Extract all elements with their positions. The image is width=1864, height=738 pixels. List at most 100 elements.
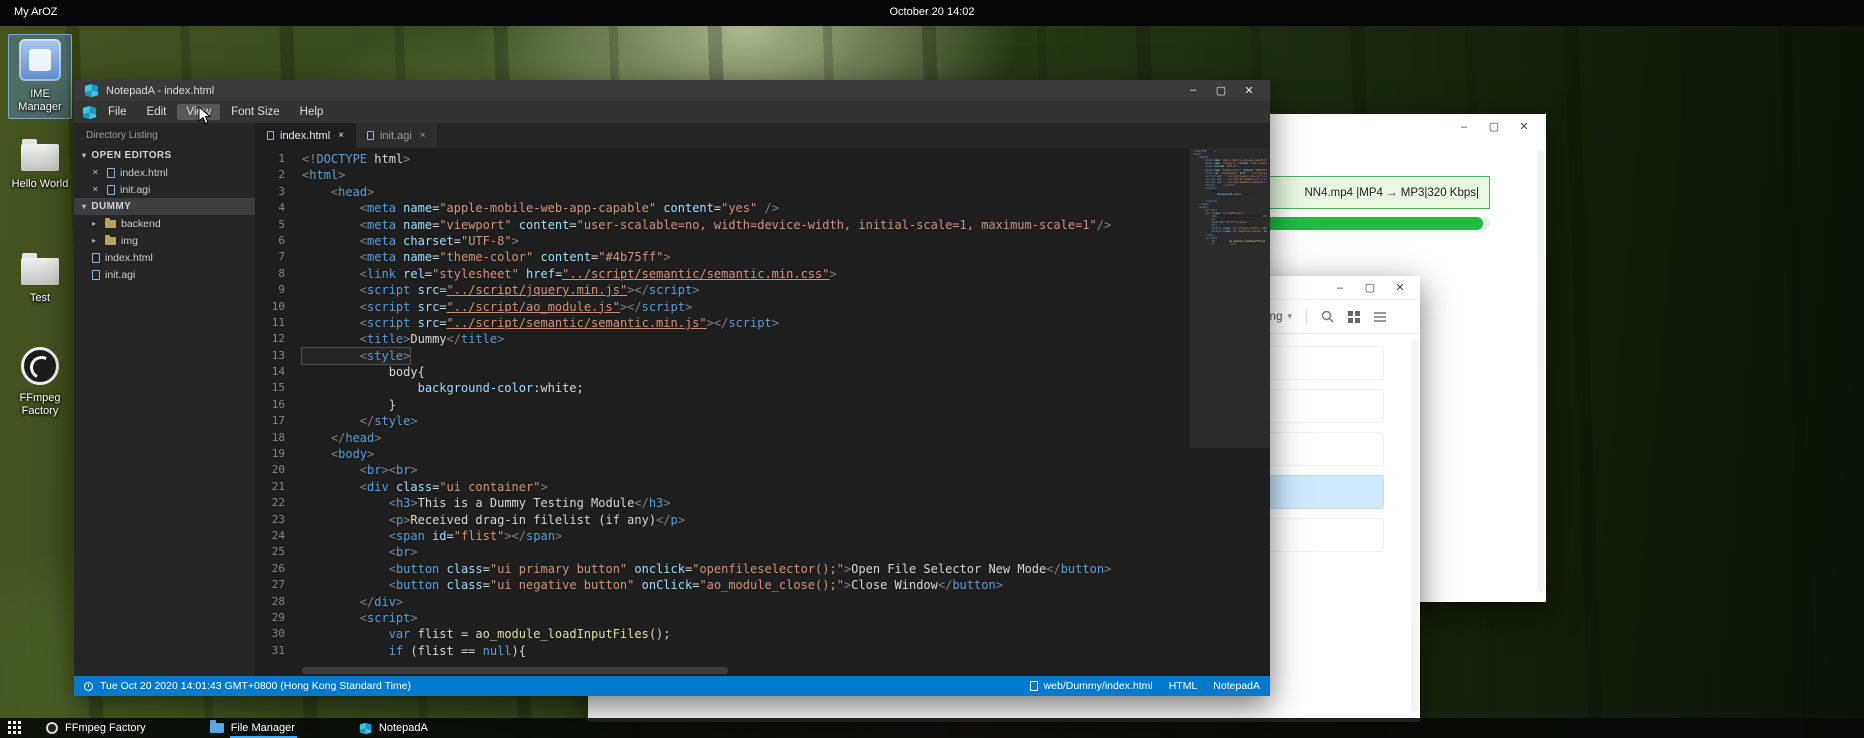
scrollbar[interactable] <box>1537 150 1544 592</box>
maximize-button[interactable]: ▢ <box>1364 281 1376 294</box>
menu-font-size[interactable]: Font Size <box>222 104 289 120</box>
code-line[interactable]: 8 <link rel="stylesheet" href="../script… <box>256 266 1190 282</box>
close-icon[interactable]: ✕ <box>92 168 102 177</box>
notepada-titlebar[interactable]: NotepadA - index.html – ▢ ✕ <box>74 80 1270 101</box>
code-text: <script src="../script/semantic/semantic… <box>302 315 779 331</box>
menu-help[interactable]: Help <box>291 104 333 120</box>
circle-app-icon <box>46 722 58 734</box>
minimize-button[interactable]: – <box>1182 84 1204 97</box>
minimize-button[interactable]: – <box>1458 121 1470 133</box>
code-line[interactable]: 29 <script> <box>256 610 1190 626</box>
code-editor[interactable]: 1<!DOCTYPE html>2<html>3 <head>4 <meta n… <box>256 148 1190 665</box>
language-indicator[interactable]: HTML <box>1169 680 1198 692</box>
code-line[interactable]: 19 <body> <box>256 446 1190 462</box>
code-line[interactable]: 28 </div> <box>256 594 1190 610</box>
code-line[interactable]: 15 background-color:white; <box>256 380 1190 396</box>
close-icon[interactable]: × <box>420 130 426 141</box>
desktop-icon-label: Hello World <box>12 178 69 191</box>
desktop-icon-ffmpeg-factory[interactable]: FFmpeg Factory <box>8 342 72 423</box>
search-icon[interactable] <box>1321 310 1334 323</box>
close-button[interactable]: ✕ <box>1518 120 1530 133</box>
sidebar-item-backend[interactable]: ▸backend <box>74 215 255 232</box>
sidebar-item-index-html[interactable]: index.html <box>74 249 255 266</box>
menu-file[interactable]: File <box>99 104 136 120</box>
sidebar-item-index-html[interactable]: ✕index.html <box>74 164 255 181</box>
code-line[interactable]: 5 <meta name="viewport" content="user-sc… <box>256 217 1190 233</box>
start-menu-icon[interactable] <box>8 721 22 735</box>
tab-init-agi[interactable]: init.agi× <box>356 123 438 148</box>
code-line[interactable]: 10 <script src="../script/ao_module.js">… <box>256 299 1190 315</box>
code-line[interactable]: 14 body{ <box>256 364 1190 380</box>
code-line[interactable]: 22 <h3>This is a Dummy Testing Module</h… <box>256 495 1190 511</box>
code-line[interactable]: 7 <meta name="theme-color" content="#4b7… <box>256 249 1190 265</box>
maximize-button[interactable]: ▢ <box>1210 84 1232 97</box>
line-number: 31 <box>256 643 302 659</box>
code-line[interactable]: 17 </style> <box>256 413 1190 429</box>
app-name-indicator: NotepadA <box>1213 680 1260 692</box>
menu-view[interactable]: View <box>177 104 220 120</box>
code-line[interactable]: 1<!DOCTYPE html> <box>256 151 1190 167</box>
sidebar-tree: ▾OPEN EDITORS✕index.html✕init.agi▾DUMMY▸… <box>74 147 255 283</box>
line-number: 26 <box>256 561 302 577</box>
code-line[interactable]: 12 <title>Dummy</title> <box>256 331 1190 347</box>
taskbar-item-file-manager[interactable]: File Manager <box>206 720 299 737</box>
maximize-button[interactable]: ▢ <box>1488 120 1500 133</box>
code-line[interactable]: 27 <button class="ui negative button" on… <box>256 577 1190 593</box>
code-line[interactable]: 24 <span id="flist"></span> <box>256 528 1190 544</box>
line-number: 17 <box>256 413 302 429</box>
line-number: 19 <box>256 446 302 462</box>
close-button[interactable]: ✕ <box>1238 84 1260 97</box>
code-line[interactable]: 30 var flist = ao_module_loadInputFiles(… <box>256 626 1190 642</box>
tab-index-html[interactable]: index.html× <box>256 123 356 148</box>
desktop-icon-ime-manager[interactable]: IME Manager <box>8 34 72 119</box>
sidebar-item-img[interactable]: ▸img <box>74 232 255 249</box>
sidebar-item-init-agi[interactable]: init.agi <box>74 266 255 283</box>
window-controls: – ▢ ✕ <box>1182 84 1260 97</box>
minimize-button[interactable]: – <box>1334 282 1346 294</box>
code-line[interactable]: 16 } <box>256 397 1190 413</box>
minimap[interactable]: <!DOCTYPE html><html> <head> <meta name=… <box>1190 148 1270 665</box>
sidebar-section-dummy[interactable]: ▾DUMMY <box>74 198 255 215</box>
code-line[interactable]: 23 <p>Received drag-in filelist (if any)… <box>256 512 1190 528</box>
menu-edit[interactable]: Edit <box>138 104 176 120</box>
code-line[interactable]: 2<html> <box>256 167 1190 183</box>
close-button[interactable]: ✕ <box>1394 281 1406 294</box>
notepada-window[interactable]: NotepadA - index.html – ▢ ✕ FileEditView… <box>74 80 1270 696</box>
scrollbar-handle[interactable] <box>302 667 728 674</box>
folder-blue-icon <box>210 723 224 733</box>
code-line[interactable]: 3 <head> <box>256 184 1190 200</box>
code-line[interactable]: 31 if (flist == null){ <box>256 643 1190 659</box>
horizontal-scrollbar[interactable] <box>256 665 1270 676</box>
aroz-brand[interactable]: My ArOZ <box>14 6 57 18</box>
sidebar-section-open-editors[interactable]: ▾OPEN EDITORS <box>74 147 255 164</box>
line-number: 22 <box>256 495 302 511</box>
code-line[interactable]: 20 <br><br> <box>256 462 1190 478</box>
list-view-icon[interactable] <box>1374 311 1386 323</box>
code-line[interactable]: 18 </head> <box>256 430 1190 446</box>
code-line[interactable]: 26 <button class="ui primary button" onc… <box>256 561 1190 577</box>
desktop-icon-test[interactable]: Test <box>8 244 72 310</box>
taskbar-item-ffmpeg-factory[interactable]: FFmpeg Factory <box>42 720 150 737</box>
statusbar-filepath[interactable]: web/Dummy/index.html <box>1030 680 1153 692</box>
code-text: <meta name="apple-mobile-web-app-capable… <box>302 200 779 216</box>
close-icon[interactable]: ✕ <box>92 185 102 194</box>
code-line[interactable]: 21 <div class="ui container"> <box>256 479 1190 495</box>
code-line[interactable]: 4 <meta name="apple-mobile-web-app-capab… <box>256 200 1190 216</box>
close-icon[interactable]: × <box>338 130 344 141</box>
code-line[interactable]: 13 <style> <box>256 348 1190 364</box>
code-line[interactable]: 11 <script src="../script/semantic/seman… <box>256 315 1190 331</box>
scrollbar[interactable] <box>1411 340 1418 712</box>
line-number: 8 <box>256 266 302 282</box>
code-line[interactable]: 6 <meta charset="UTF-8"> <box>256 233 1190 249</box>
code-line[interactable]: 25 <br> <box>256 544 1190 560</box>
sidebar-item-init-agi[interactable]: ✕init.agi <box>74 181 255 198</box>
grid-view-icon[interactable] <box>1348 311 1360 323</box>
line-number: 27 <box>256 577 302 593</box>
clock-icon <box>84 682 93 691</box>
taskbar-item-notepada[interactable]: NotepadA <box>355 720 432 737</box>
code-line[interactable]: 9 <script src="../script/jquery.min.js">… <box>256 282 1190 298</box>
minimap-viewport[interactable] <box>1190 148 1270 448</box>
desktop-icon-hello-world[interactable]: Hello World <box>8 130 72 196</box>
code-text: </style> <box>302 413 418 429</box>
sidebar-header: Directory Listing <box>74 123 255 147</box>
